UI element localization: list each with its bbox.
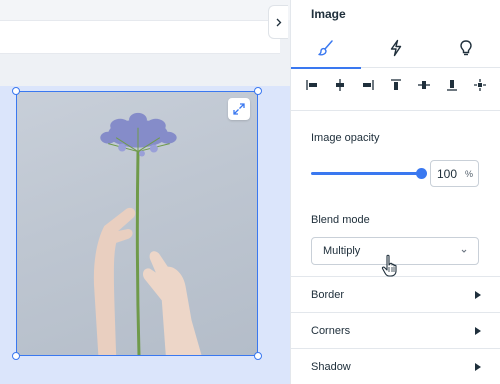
expand-icon bbox=[233, 103, 245, 115]
canvas-header-strip bbox=[0, 20, 280, 54]
align-bottom-button[interactable] bbox=[441, 75, 463, 95]
brush-icon bbox=[318, 40, 333, 56]
opacity-unit: % bbox=[464, 168, 473, 179]
opacity-value: 100 bbox=[437, 166, 458, 181]
alignment-toolbar bbox=[301, 75, 491, 95]
opacity-label: Image opacity bbox=[311, 132, 380, 144]
tab-animation[interactable] bbox=[361, 28, 431, 68]
canvas-top-area bbox=[0, 0, 290, 20]
blend-mode-label: Blend mode bbox=[311, 214, 370, 226]
align-left-icon bbox=[306, 80, 317, 90]
resize-handle-top-left[interactable] bbox=[12, 87, 20, 95]
align-center-horizontal-icon bbox=[336, 79, 344, 91]
panel-title: Image bbox=[311, 7, 346, 21]
opacity-slider-thumb[interactable] bbox=[415, 168, 427, 179]
tab-tips[interactable] bbox=[431, 28, 500, 68]
align-middle-vertical-button[interactable] bbox=[413, 75, 435, 95]
chevron-right-icon bbox=[276, 18, 282, 26]
align-top-button[interactable] bbox=[385, 75, 407, 95]
align-center-horizontal-button[interactable] bbox=[329, 75, 351, 95]
align-left-button[interactable] bbox=[301, 75, 323, 95]
resize-handle-bottom-left[interactable] bbox=[12, 352, 20, 360]
canvas-gap bbox=[0, 54, 290, 86]
hand-cursor-icon bbox=[381, 254, 397, 277]
selected-image[interactable] bbox=[16, 91, 258, 356]
section-shadow[interactable]: Shadow bbox=[291, 349, 500, 384]
panel-tabs bbox=[291, 28, 500, 69]
tab-design[interactable] bbox=[291, 28, 361, 69]
align-right-icon bbox=[363, 80, 374, 90]
caret-right-icon bbox=[475, 327, 481, 335]
align-middle-vertical-icon bbox=[418, 81, 430, 89]
section-corners-label: Corners bbox=[311, 324, 351, 337]
caret-right-icon bbox=[475, 291, 481, 299]
align-top-icon bbox=[391, 79, 401, 90]
resize-handle-bottom-right[interactable] bbox=[254, 352, 262, 360]
caret-right-icon bbox=[475, 363, 481, 371]
divider bbox=[291, 110, 500, 111]
align-right-button[interactable] bbox=[357, 75, 379, 95]
flower-photo bbox=[17, 92, 257, 355]
section-border[interactable]: Border bbox=[291, 277, 500, 312]
panel-collapse-button[interactable] bbox=[268, 5, 288, 39]
section-shadow-label: Shadow bbox=[311, 360, 351, 373]
opacity-input[interactable]: 100 % bbox=[430, 160, 479, 187]
lightbulb-icon bbox=[460, 40, 472, 56]
lightning-icon bbox=[390, 39, 402, 57]
blend-mode-selected: Multiply bbox=[323, 245, 361, 257]
chevron-down-icon bbox=[461, 249, 467, 253]
distribute-button[interactable] bbox=[469, 75, 491, 95]
flower-illustration bbox=[93, 112, 202, 355]
resize-handle-top-right[interactable] bbox=[254, 87, 262, 95]
expand-button[interactable] bbox=[228, 98, 250, 120]
section-corners[interactable]: Corners bbox=[291, 313, 500, 348]
align-bottom-icon bbox=[447, 80, 457, 91]
inspector-panel: Image Image opacity 100 % Blend mode Mul… bbox=[290, 0, 500, 384]
editor-canvas bbox=[0, 0, 290, 384]
section-border-label: Border bbox=[311, 288, 345, 301]
distribute-icon bbox=[474, 79, 486, 91]
opacity-slider-track[interactable] bbox=[311, 172, 421, 175]
